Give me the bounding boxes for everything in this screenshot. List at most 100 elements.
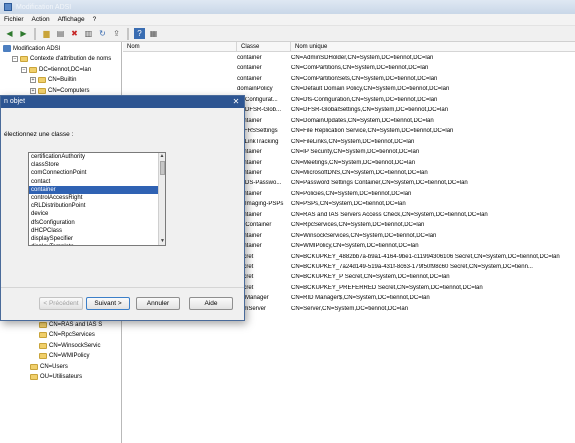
class-option[interactable]: dfsConfiguration	[29, 219, 165, 227]
menu-view[interactable]: Affichage	[58, 16, 85, 23]
toolbar-separator	[34, 27, 36, 40]
folder-icon	[39, 321, 47, 328]
cell-class: container	[237, 169, 262, 176]
menu-help[interactable]: ?	[93, 16, 97, 23]
class-option[interactable]: cRLDistributionPoint	[29, 202, 165, 210]
cell-class: samServer	[237, 305, 267, 312]
tree-item-label: CN=Builtin	[48, 77, 77, 83]
collapse-icon[interactable]: −	[21, 66, 27, 73]
app-icon	[4, 3, 12, 11]
expand-icon[interactable]: +	[30, 77, 36, 83]
scroll-thumb[interactable]	[160, 161, 165, 175]
dialog-divider	[1, 287, 244, 288]
table-row[interactable]: CN=AdminSDHoldercontainerCN=AdminSDHolde…	[123, 54, 575, 64]
list-header: Nom Classe Nom unique	[123, 42, 575, 52]
delete-icon[interactable]: ✖	[69, 28, 80, 39]
cell-class: dfsConfigurat...	[237, 96, 278, 103]
table-row[interactable]: CN=Default Domain PolicydomainPolicyCN=D…	[123, 85, 575, 95]
cell-class: container	[237, 117, 262, 124]
column-class[interactable]: Classe	[237, 42, 291, 52]
tree-item-label: Modification ADSI	[13, 45, 61, 52]
tree-item[interactable]: CN=WMIPolicy	[39, 352, 90, 361]
tree-item[interactable]: CN=RAS and IAS S	[39, 320, 102, 329]
back-icon[interactable]: ◀	[4, 28, 15, 39]
cell-dn: CN=BCKUPKEY_P Secret,CN=System,DC=tienno…	[291, 274, 450, 281]
cell-dn: CN=Meetings,CN=System,DC=tiennot,DC=lan	[291, 159, 416, 166]
column-name[interactable]: Nom	[123, 42, 237, 52]
cell-dn: CN=DomainUpdates,CN=System,DC=tiennot,DC…	[291, 117, 434, 124]
tree-item[interactable]: + CN=Builtin	[30, 76, 77, 85]
class-option[interactable]: certificationAuthority	[29, 153, 165, 161]
scroll-down-icon[interactable]: ▼	[159, 238, 165, 245]
cell-dn: CN=AdminSDHolder,CN=System,DC=tiennot,DC…	[291, 55, 434, 61]
properties-icon[interactable]: ▥	[83, 28, 94, 39]
class-option[interactable]: displayTemplate	[29, 243, 165, 245]
cell-class: container	[237, 55, 262, 61]
scroll-up-icon[interactable]: ▲	[159, 153, 165, 160]
collapse-icon[interactable]: −	[12, 56, 18, 62]
folder-icon	[30, 374, 38, 380]
tree-item[interactable]: − Contexte d'attribution de noms	[12, 55, 111, 64]
cell-dn: CN=Policies,CN=System,DC=tiennot,DC=lan	[291, 190, 412, 197]
list-icon[interactable]: ▤	[55, 28, 66, 39]
cancel-button[interactable]: Annuler	[136, 297, 180, 310]
cell-class: msImaging-PSPs	[237, 201, 284, 208]
tree-item-label: CN=Computers	[48, 87, 90, 94]
listbox-scrollbar[interactable]: ▲ ▼	[158, 153, 165, 245]
cell-dn: CN=PSPs,CN=System,DC=tiennot,DC=lan	[291, 201, 406, 208]
class-option[interactable]: contact	[29, 178, 165, 186]
folder-icon	[38, 77, 46, 83]
class-option[interactable]: displaySpecifier	[29, 235, 165, 243]
tree-item[interactable]: + CN=Computers	[30, 86, 90, 95]
tree-item[interactable]: CN=WinsockServic	[39, 341, 101, 350]
cell-dn: CN=BCKUPKEY_PREFERRED Secret,CN=System,D…	[291, 284, 483, 291]
folder-icon	[38, 87, 46, 94]
class-option[interactable]: controlAccessRight	[29, 194, 165, 202]
cell-dn: CN=RpcServices,CN=System,DC=tiennot,DC=l…	[291, 222, 425, 229]
cell-class: secret	[237, 253, 254, 260]
previous-button[interactable]: < Précédent	[39, 297, 83, 310]
console-icon[interactable]: ▦	[148, 28, 159, 39]
cell-class: msDFSR-Glob...	[237, 107, 282, 114]
class-option[interactable]: device	[29, 210, 165, 218]
tree-item[interactable]: CN=RpcServices	[39, 331, 95, 340]
cell-dn: CN=WinsockServices,CN=System,DC=tiennot,…	[291, 232, 437, 239]
cell-class: fileLinkTracking	[237, 138, 279, 145]
folder-icon	[39, 353, 47, 359]
tree-item[interactable]: OU=Utilisateurs	[30, 373, 82, 382]
table-row[interactable]: CN=ComPartitionscontainerCN=ComPartition…	[123, 64, 575, 74]
dialog-prompt: électionnez une classe :	[4, 131, 74, 138]
next-button[interactable]: Suivant >	[86, 297, 130, 310]
menu-file[interactable]: Fichier	[4, 16, 24, 23]
folder-icon[interactable]: ▆	[41, 28, 52, 39]
cell-dn: CN=Server,CN=System,DC=tiennot,DC=lan	[291, 305, 409, 312]
class-option[interactable]: classStore	[29, 161, 165, 169]
folder-icon	[29, 66, 37, 73]
help-button[interactable]: Aide	[189, 297, 233, 310]
export-icon[interactable]: ⇪	[111, 28, 122, 39]
close-icon[interactable]: ✕	[232, 98, 240, 106]
cell-dn: CN=Password Settings Container,CN=System…	[291, 180, 468, 187]
forward-icon[interactable]: ▶	[18, 28, 29, 39]
class-option[interactable]: container	[29, 185, 165, 194]
tree-item-label: CN=Users	[40, 363, 68, 370]
class-option[interactable]: dHCPClass	[29, 227, 165, 235]
cell-class: container	[237, 243, 262, 250]
tree-item-label: Contexte d'attribution de noms	[30, 56, 112, 62]
tree-item-label: CN=RpcServices	[49, 332, 95, 338]
refresh-icon[interactable]: ↻	[97, 28, 108, 39]
expand-icon[interactable]: +	[30, 87, 36, 94]
table-row[interactable]: CN=ComPartitionSetscontainerCN=ComPartit…	[123, 75, 575, 85]
tree-item[interactable]: Modification ADSI	[3, 44, 60, 53]
tree-item[interactable]: CN=Users	[30, 362, 68, 371]
toolbar: ◀ ▶ ▆ ▤ ✖ ▥ ↻ ⇪ ? ▦	[0, 26, 575, 42]
class-option[interactable]: comConnectionPoint	[29, 169, 165, 177]
help-icon[interactable]: ?	[134, 28, 145, 39]
cell-class: container	[237, 159, 262, 166]
column-dn[interactable]: Nom unique	[291, 42, 575, 52]
cell-class: domainPolicy	[237, 86, 273, 93]
menu-action[interactable]: Action	[32, 16, 50, 23]
class-listbox[interactable]: certificationAuthority classStore comConne…	[28, 152, 166, 246]
tree-item[interactable]: − DC=tiennot,DC=lan	[21, 65, 91, 74]
create-object-dialog: n objet ✕ électionnez une classe : certi…	[0, 95, 245, 321]
